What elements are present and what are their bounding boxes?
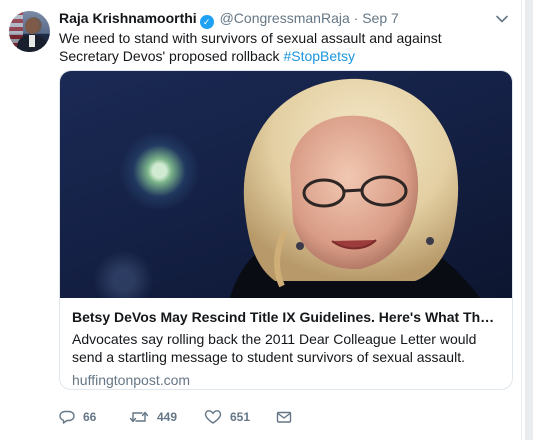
retweet-icon <box>129 411 149 423</box>
avatar[interactable] <box>9 11 50 52</box>
tweet-timestamp[interactable]: Sep 7 <box>362 10 399 26</box>
author-handle[interactable]: @CongressmanRaja <box>220 10 350 26</box>
heart-icon <box>204 410 222 424</box>
header-separator: · <box>353 10 359 26</box>
tweet-actions: 66 449 651 <box>59 405 499 429</box>
tweet[interactable]: Raja Krishnamoorthi ✓ @CongressmanRaja · … <box>0 0 522 440</box>
card-photo <box>230 78 480 298</box>
card-image <box>60 71 512 298</box>
tweet-text: We need to stand with survivors of sexua… <box>59 29 499 65</box>
envelope-icon <box>276 411 292 423</box>
tweet-header: Raja Krishnamoorthi ✓ @CongressmanRaja · … <box>59 10 399 29</box>
like-button[interactable]: 651 <box>204 405 250 429</box>
tweet-body: We need to stand with survivors of sexua… <box>59 30 442 64</box>
direct-message-button[interactable] <box>276 405 300 429</box>
card-title: Betsy DeVos May Rescind Title IX Guideli… <box>72 309 500 325</box>
reply-icon <box>59 410 75 424</box>
reply-button[interactable]: 66 <box>59 405 96 429</box>
retweet-count: 449 <box>157 410 178 424</box>
verified-badge-icon: ✓ <box>199 15 214 29</box>
card-description: Advocates say rolling back the 2011 Dear… <box>72 331 477 365</box>
card-domain: huffingtonpost.com <box>72 372 191 388</box>
card-text: Betsy DeVos May Rescind Title IX Guideli… <box>60 298 512 389</box>
hashtag-link[interactable]: #StopBetsy <box>283 48 355 64</box>
scrollbar[interactable] <box>525 0 533 440</box>
chevron-down-icon[interactable] <box>495 12 509 26</box>
retweet-button[interactable]: 449 <box>129 405 177 429</box>
reply-count: 66 <box>83 410 97 424</box>
avatar-head <box>25 18 39 34</box>
link-card[interactable]: Betsy DeVos May Rescind Title IX Guideli… <box>59 70 513 390</box>
avatar-shirt <box>29 35 35 47</box>
author-name[interactable]: Raja Krishnamoorthi <box>59 10 197 26</box>
like-count: 651 <box>230 410 251 424</box>
